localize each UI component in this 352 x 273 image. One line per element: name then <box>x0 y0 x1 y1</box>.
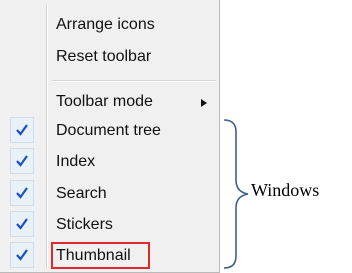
submenu-arrow-icon <box>201 99 207 107</box>
check-icon <box>10 148 34 174</box>
menu-item-reset-toolbar[interactable]: Reset toolbar <box>56 43 151 71</box>
menu-item-stickers[interactable]: Stickers <box>56 211 113 239</box>
check-icon <box>10 117 34 143</box>
menu-item-index[interactable]: Index <box>56 148 95 176</box>
check-icon <box>10 211 34 237</box>
menu-item-arrange-icons[interactable]: Arrange icons <box>56 11 155 39</box>
menu-item-document-tree[interactable]: Document tree <box>56 117 161 145</box>
check-icon <box>10 242 34 268</box>
menu-item-toolbar-mode[interactable]: Toolbar mode <box>56 88 153 116</box>
highlight-box <box>51 242 150 269</box>
windows-annotation-label: Windows <box>251 180 320 200</box>
menu-separator <box>52 80 216 82</box>
context-menu: Arrange icons Reset toolbar Toolbar mode… <box>0 0 220 273</box>
check-icon <box>10 180 34 206</box>
brace-icon <box>223 119 249 269</box>
menu-item-search[interactable]: Search <box>56 180 107 208</box>
